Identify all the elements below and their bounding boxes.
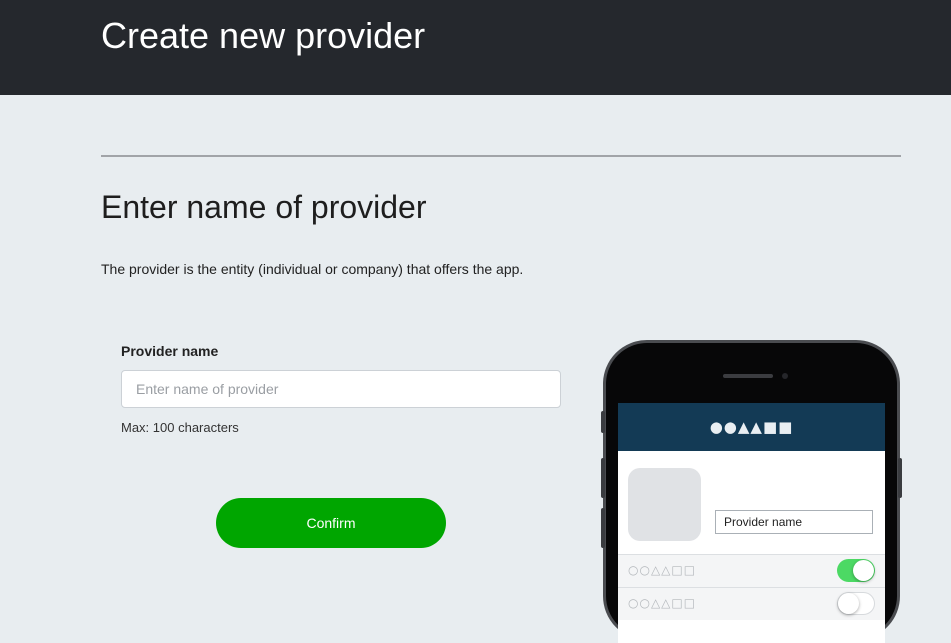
app-row-glyphs: ○○△△□□ (628, 596, 697, 610)
app-row-glyphs: ○○△△□□ (628, 563, 697, 577)
section-title: Enter name of provider (101, 189, 427, 225)
app-header-glyphs: ●●▲▲■■ (709, 418, 794, 436)
phone-volume-down-button (601, 508, 605, 548)
app-logo-placeholder (628, 468, 701, 541)
section-divider (101, 155, 901, 157)
app-setting-row: ○○△△□□ (618, 554, 885, 587)
toggle-switch-on (837, 559, 875, 582)
app-header-bar: ●●▲▲■■ (618, 403, 885, 451)
provider-name-input[interactable] (121, 370, 561, 408)
provider-name-help-text: Max: 100 characters (121, 420, 239, 435)
confirm-button[interactable]: Confirm (216, 498, 446, 548)
phone-power-button (898, 458, 902, 498)
phone-speaker (723, 374, 773, 378)
app-setting-row: ○○△△□□ (618, 587, 885, 620)
phone-side-button (601, 411, 605, 433)
app-provider-name-field: Provider name (715, 510, 873, 534)
provider-name-label: Provider name (121, 343, 219, 359)
top-header-bar: Create new provider (0, 0, 951, 95)
toggle-knob (853, 560, 874, 581)
toggle-switch-off (837, 592, 875, 615)
phone-volume-up-button (601, 458, 605, 498)
page-title: Create new provider (101, 15, 426, 56)
section-description: The provider is the entity (individual o… (101, 261, 524, 277)
toggle-knob (838, 593, 859, 614)
phone-screen: ●●▲▲■■ Provider name ○○△△□□ ○○△△□□ (618, 403, 885, 643)
phone-preview: ●●▲▲■■ Provider name ○○△△□□ ○○△△□□ (601, 340, 902, 643)
phone-camera (782, 373, 788, 379)
